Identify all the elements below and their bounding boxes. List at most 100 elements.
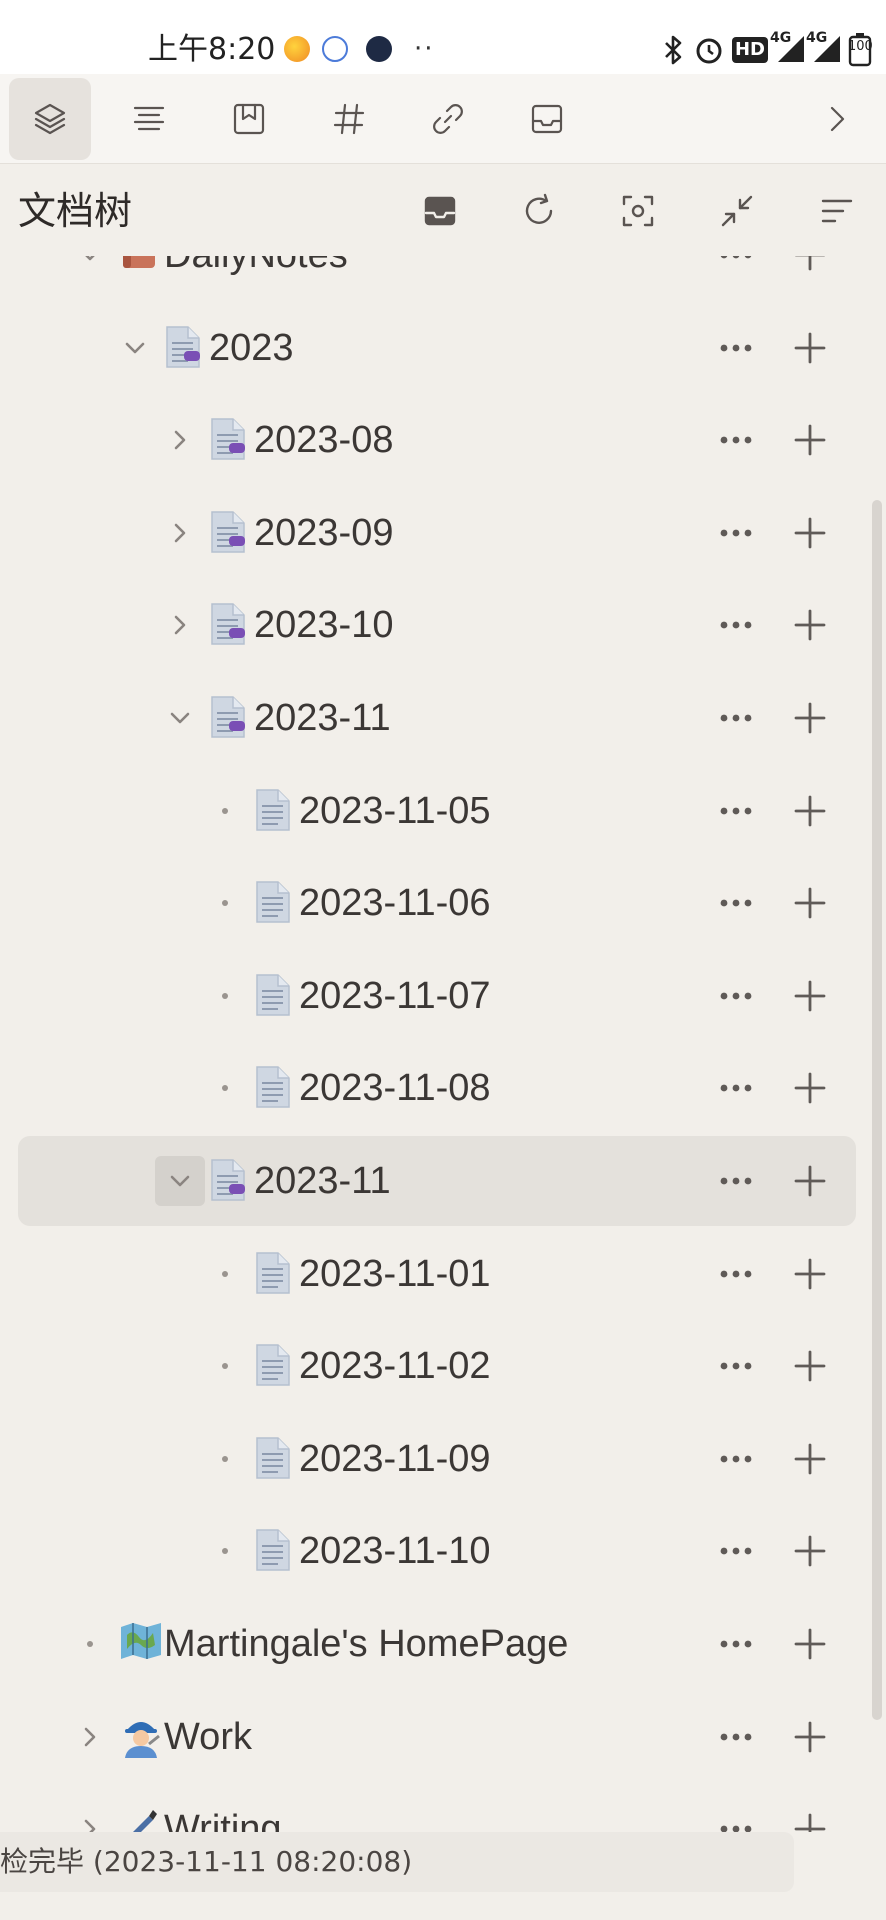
add-subdocument-button[interactable] [780, 595, 840, 655]
tree-row-label: 2023-11-10 [299, 1530, 491, 1573]
add-subdocument-button[interactable] [780, 1244, 840, 1304]
add-subdocument-button[interactable] [780, 781, 840, 841]
tree-row[interactable]: 2023 [18, 303, 856, 393]
add-subdocument-button[interactable] [780, 1151, 840, 1211]
more-actions-button[interactable] [706, 1336, 766, 1396]
tree-row[interactable]: 2023-11-01 [18, 1229, 856, 1319]
tree-row[interactable]: 2023-09 [18, 488, 856, 578]
plus-icon [794, 609, 826, 641]
tree-row[interactable]: DailyNotes [18, 256, 856, 300]
more-actions-button[interactable] [706, 503, 766, 563]
add-subdocument-button[interactable] [780, 503, 840, 563]
more-actions-button[interactable] [706, 781, 766, 841]
expand-toggle[interactable] [65, 1712, 115, 1762]
add-subdocument-button[interactable] [780, 1614, 840, 1674]
more-icon [720, 621, 752, 629]
chevron-right-icon [174, 616, 186, 635]
plus-icon [794, 795, 826, 826]
collapse-toggle[interactable] [65, 256, 115, 280]
outline-tab[interactable] [108, 78, 190, 160]
tree-row[interactable]: 2023-11-07 [18, 951, 856, 1041]
expand-toggle[interactable] [155, 600, 205, 650]
tree-scrollbar[interactable] [872, 500, 882, 1720]
more-actions-button[interactable] [706, 318, 766, 378]
more-actions-button[interactable] [706, 873, 766, 933]
tree-row[interactable]: 2023-11 [18, 1136, 856, 1226]
inbox-tab[interactable] [506, 78, 588, 160]
more-actions-button[interactable] [706, 1244, 766, 1304]
more-actions-button[interactable] [706, 1151, 766, 1211]
tree-row[interactable]: 2023-11 [18, 673, 856, 763]
pen-emoji-icon [119, 1806, 157, 1832]
expand-toggle[interactable] [65, 1804, 115, 1832]
more-icon [720, 1825, 752, 1832]
more-actions-button[interactable] [706, 1058, 766, 1118]
collapse-toggle[interactable] [110, 323, 160, 373]
more-actions-button[interactable] [706, 256, 766, 285]
tree-row[interactable]: Writing [18, 1784, 856, 1832]
more-actions-button[interactable] [706, 595, 766, 655]
file-tree-tab[interactable] [9, 78, 91, 160]
expand-toggle[interactable] [155, 508, 205, 558]
notification-app-icon [284, 36, 310, 62]
backlink-tab[interactable] [407, 78, 489, 160]
tree-row[interactable]: 2023-11-05 [18, 766, 856, 856]
more-actions-button[interactable] [706, 966, 766, 1026]
expand-toggle[interactable] [155, 415, 205, 465]
add-subdocument-button[interactable] [780, 688, 840, 748]
battery-level: 100 [848, 39, 873, 54]
more-actions-button[interactable] [706, 1614, 766, 1674]
bookmark-tab[interactable] [208, 78, 290, 160]
tree-row[interactable]: 2023-08 [18, 395, 856, 485]
tree-row[interactable]: 2023-11-09 [18, 1414, 856, 1504]
add-subdocument-button[interactable] [780, 1336, 840, 1396]
collapse-toggle[interactable] [155, 1156, 205, 1206]
refresh-button[interactable] [514, 186, 564, 236]
tree-row[interactable]: 2023-11-08 [18, 1043, 856, 1133]
tree-row[interactable]: 2023-11-06 [18, 858, 856, 948]
alarm-icon [694, 33, 724, 67]
add-subdocument-button[interactable] [780, 318, 840, 378]
focus-button[interactable] [613, 186, 663, 236]
more-actions-button[interactable] [706, 1799, 766, 1832]
add-subdocument-button[interactable] [780, 410, 840, 470]
more-icon [720, 1547, 752, 1555]
collapse-toggle[interactable] [155, 693, 205, 743]
bluetooth-icon [660, 33, 686, 67]
notification-app-icon [322, 36, 348, 62]
tree-row[interactable]: 2023-10 [18, 580, 856, 670]
open-inbox-button[interactable] [415, 186, 465, 236]
leaf-bullet [65, 1619, 115, 1669]
status-message-text: 检完毕 (2023-11-11 08:20:08) [0, 1845, 413, 1878]
sort-button[interactable] [812, 186, 862, 236]
layers-icon [34, 103, 66, 135]
bottom-area [0, 1892, 886, 1920]
tree-row[interactable]: 2023-11-02 [18, 1321, 856, 1411]
signal-icon: 4G [770, 30, 804, 64]
expand-dock-button[interactable] [796, 78, 878, 160]
collapse-all-button[interactable] [712, 186, 762, 236]
more-actions-button[interactable] [706, 1707, 766, 1767]
tree-row[interactable]: Work [18, 1692, 856, 1782]
more-actions-button[interactable] [706, 1429, 766, 1489]
tree-row-label: Work [164, 1715, 252, 1758]
more-icon [720, 1084, 752, 1092]
add-subdocument-button[interactable] [780, 256, 840, 285]
add-subdocument-button[interactable] [780, 1799, 840, 1832]
tree-row[interactable]: Martingale's HomePage [18, 1599, 856, 1689]
add-subdocument-button[interactable] [780, 1521, 840, 1581]
add-subdocument-button[interactable] [780, 966, 840, 1026]
tag-tab[interactable] [308, 78, 390, 160]
add-subdocument-button[interactable] [780, 873, 840, 933]
signal-icon: 4G [806, 30, 840, 64]
add-subdocument-button[interactable] [780, 1707, 840, 1767]
plus-icon [794, 1813, 826, 1832]
tree-row[interactable]: 2023-11-10 [18, 1506, 856, 1596]
add-subdocument-button[interactable] [780, 1429, 840, 1489]
battery-icon: 100 [848, 33, 873, 67]
more-actions-button[interactable] [706, 1521, 766, 1581]
more-actions-button[interactable] [706, 688, 766, 748]
add-subdocument-button[interactable] [780, 1058, 840, 1118]
more-actions-button[interactable] [706, 410, 766, 470]
panel-title: 文档树 [18, 189, 133, 233]
